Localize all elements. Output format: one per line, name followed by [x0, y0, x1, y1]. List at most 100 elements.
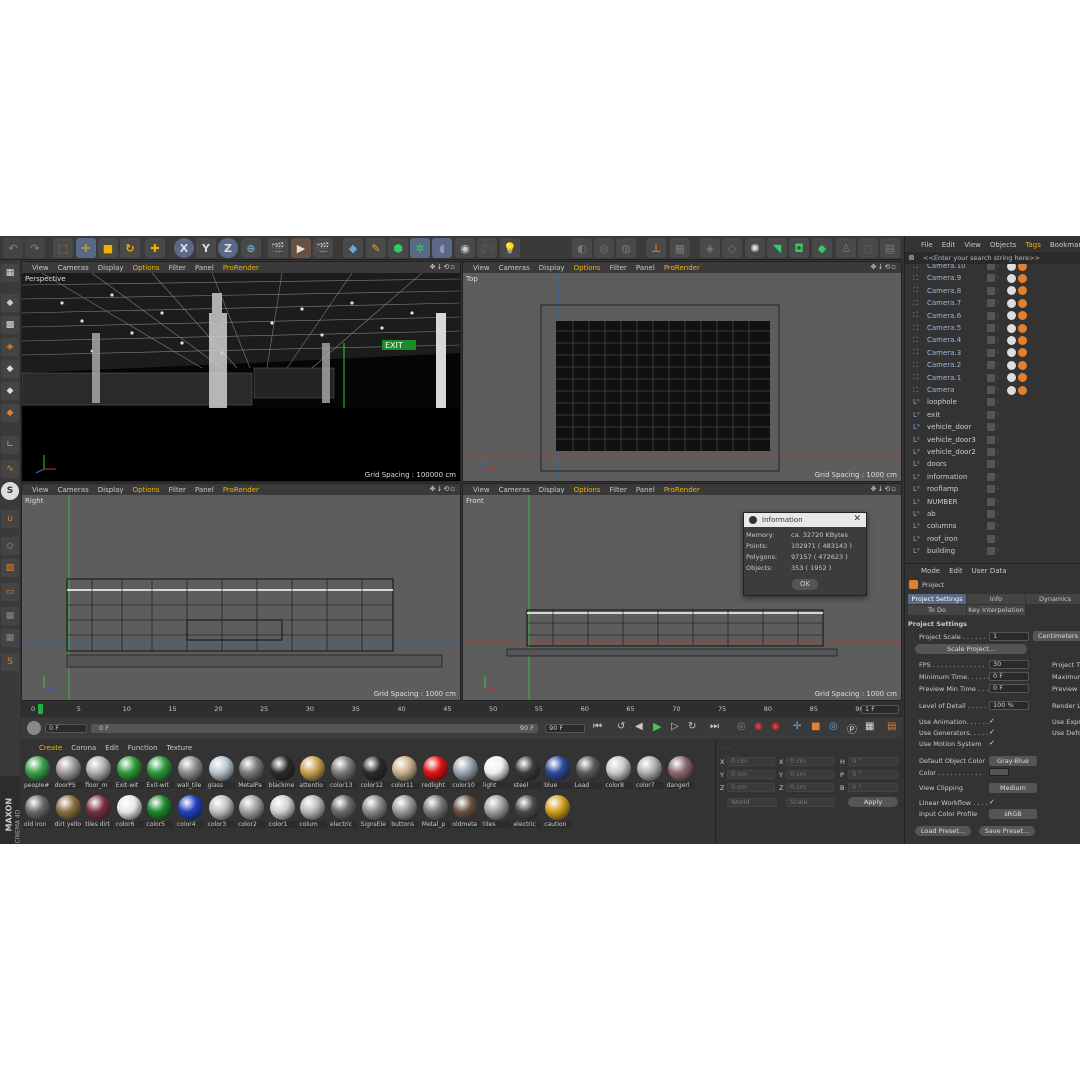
visibility-dots[interactable]: ⁞	[997, 449, 1003, 455]
object-row[interactable]: L⁰ roof_iron ⁞	[905, 533, 1080, 545]
menu-view[interactable]: View	[32, 264, 49, 272]
object-row[interactable]: ⛶ Camera.4 ⁞	[905, 334, 1080, 346]
object-row[interactable]: L⁰ ab ⁞	[905, 508, 1080, 520]
scene-icon[interactable]: ◉	[455, 238, 475, 258]
menu-view[interactable]: View	[964, 241, 981, 249]
object-row[interactable]: ⛶ Camera.10 ⁞	[905, 264, 1080, 272]
compositing-tag-icon[interactable]	[1018, 360, 1027, 370]
camera-tag-icon[interactable]	[1007, 335, 1016, 345]
paint-icon[interactable]: ◘	[789, 238, 809, 258]
menu-display[interactable]: Display	[539, 264, 565, 272]
material-swatch[interactable]: light	[483, 756, 511, 792]
menu-function[interactable]: Function	[128, 744, 158, 752]
mode-icon-5[interactable]: ◈	[700, 238, 720, 258]
compositing-tag-icon[interactable]	[1018, 385, 1027, 395]
material-swatch[interactable]: color8	[605, 756, 634, 792]
tab-to-do[interactable]: To Do	[908, 605, 966, 615]
visibility-toggle[interactable]	[987, 485, 995, 494]
visibility-dots[interactable]: ⁞	[997, 486, 1003, 492]
visibility-dots[interactable]: ⁞	[997, 399, 1003, 405]
menu-prorender[interactable]: ProRender	[223, 486, 259, 494]
material-swatch[interactable]: tiles dirt	[85, 795, 114, 831]
camera-tag-icon[interactable]	[1007, 273, 1016, 283]
menu-options[interactable]: Options	[133, 486, 160, 494]
workplane-icon[interactable]: ◥	[767, 238, 787, 258]
visibility-dots[interactable]: ⁞	[997, 548, 1003, 554]
object-row[interactable]: L⁰ vehicle_door ⁞	[905, 421, 1080, 433]
sculpt-icon[interactable]: ◆	[812, 238, 832, 258]
material-swatch[interactable]: Metal_p	[421, 795, 450, 831]
compositing-tag-icon[interactable]	[1018, 373, 1027, 383]
render-picture-viewer-icon[interactable]: ▶	[291, 238, 311, 258]
project-scale-field[interactable]: 1	[989, 632, 1029, 641]
visibility-toggle[interactable]	[987, 448, 995, 456]
frame-range-slider[interactable]: 0 F 90 F	[91, 724, 538, 733]
material-swatch[interactable]: doorPS	[54, 756, 83, 792]
viewport-right[interactable]: View Cameras Display Options Filter Pane…	[21, 483, 461, 701]
menu-display[interactable]: Display	[98, 264, 124, 272]
material-swatch[interactable]: old iron	[24, 795, 52, 831]
workplane-mode-icon[interactable]: ◈	[1, 338, 19, 356]
visibility-toggle[interactable]	[987, 336, 995, 345]
object-row[interactable]: L⁰ information ⁞	[905, 471, 1080, 483]
color-swatch[interactable]	[989, 768, 1009, 776]
material-swatch[interactable]: dangerl	[666, 756, 695, 792]
move-tool-icon[interactable]: ✛	[76, 238, 96, 258]
object-row[interactable]: L⁰ NUMBER ⁞	[905, 496, 1080, 508]
visibility-toggle[interactable]	[987, 423, 995, 432]
mode-icon-6[interactable]: ◇	[722, 238, 742, 258]
object-row[interactable]: ⛶ Camera.2 ⁞	[905, 359, 1080, 371]
visibility-toggle[interactable]	[987, 386, 995, 394]
use-motion-checkbox[interactable]: ✓	[989, 739, 995, 747]
array-icon[interactable]: ✲	[410, 238, 430, 258]
visibility-dots[interactable]: ⁞	[997, 387, 1003, 393]
timeline-ruler[interactable]: 0 5 10 15 20 25 30 35 40 45 50 55 60 65 70 75 80 85 90 1 F	[21, 702, 903, 717]
object-row[interactable]: ⛶ Camera.1 ⁞	[905, 372, 1080, 384]
visibility-toggle[interactable]	[987, 522, 995, 531]
visibility-toggle[interactable]	[987, 286, 995, 295]
visibility-dots[interactable]: ⁞	[997, 325, 1003, 331]
material-swatch[interactable]: color3	[207, 795, 236, 831]
visibility-toggle[interactable]	[987, 472, 995, 481]
menu-prorender[interactable]: ProRender	[223, 264, 259, 272]
cube-icon[interactable]: ◆	[343, 238, 363, 258]
menu-filter[interactable]: Filter	[169, 264, 186, 272]
grid-icon[interactable]: ▦	[1, 607, 19, 625]
axis-mode-icon[interactable]: ⊥	[646, 238, 666, 258]
object-row[interactable]: ⛶ Camera.7 ⁞	[905, 297, 1080, 309]
scale-key-icon[interactable]: ■	[811, 721, 820, 732]
scale-tool-icon[interactable]: ■	[98, 238, 118, 258]
viewport-top[interactable]: View Cameras Display Options Filter Pane…	[462, 261, 902, 482]
menu-view[interactable]: View	[473, 264, 490, 272]
visibility-toggle[interactable]	[987, 311, 995, 320]
visibility-dots[interactable]: ⁞	[997, 461, 1003, 467]
material-swatch[interactable]: blackme	[268, 756, 297, 792]
menu-objects[interactable]: Objects	[990, 241, 1016, 249]
param-key-icon[interactable]: Ⓟ	[847, 721, 857, 736]
menu-prorender[interactable]: ProRender	[664, 264, 700, 272]
input-profile-dropdown[interactable]: sRGB	[989, 809, 1037, 819]
material-swatch[interactable]: color5	[146, 795, 175, 831]
menu-panel[interactable]: Panel	[195, 264, 214, 272]
snap-toggle-icon[interactable]: S	[1, 482, 19, 500]
object-row[interactable]: ⛶ Camera.3 ⁞	[905, 347, 1080, 359]
viewport-nav-icons[interactable]: ✥↓⟲▫	[871, 485, 897, 493]
points-mode-icon[interactable]: ◆	[1, 360, 19, 378]
camera-icon[interactable]: 🎥	[477, 238, 497, 258]
visibility-toggle[interactable]	[987, 373, 995, 382]
material-swatch[interactable]: color6	[115, 795, 144, 831]
visibility-toggle[interactable]	[987, 510, 995, 518]
planar-workplane-icon[interactable]: ▧	[1, 559, 19, 577]
layout-icon[interactable]: ▤	[880, 238, 900, 258]
menu-edit[interactable]: Edit	[942, 241, 956, 249]
camera-tag-icon[interactable]	[1007, 373, 1016, 383]
menu-display[interactable]: Display	[98, 486, 124, 494]
default-color-dropdown[interactable]: Gray-Blue	[989, 756, 1037, 766]
object-row[interactable]: ⛶ Camera ⁞	[905, 384, 1080, 396]
pos-z-field[interactable]: 0 cm	[727, 783, 775, 792]
visibility-toggle[interactable]	[987, 435, 995, 444]
object-row[interactable]: L⁰ columns ⁞	[905, 520, 1080, 532]
visibility-dots[interactable]: ⁞	[997, 536, 1003, 542]
record-icon[interactable]: ◎	[737, 721, 746, 732]
visibility-dots[interactable]: ⁞	[997, 350, 1003, 356]
